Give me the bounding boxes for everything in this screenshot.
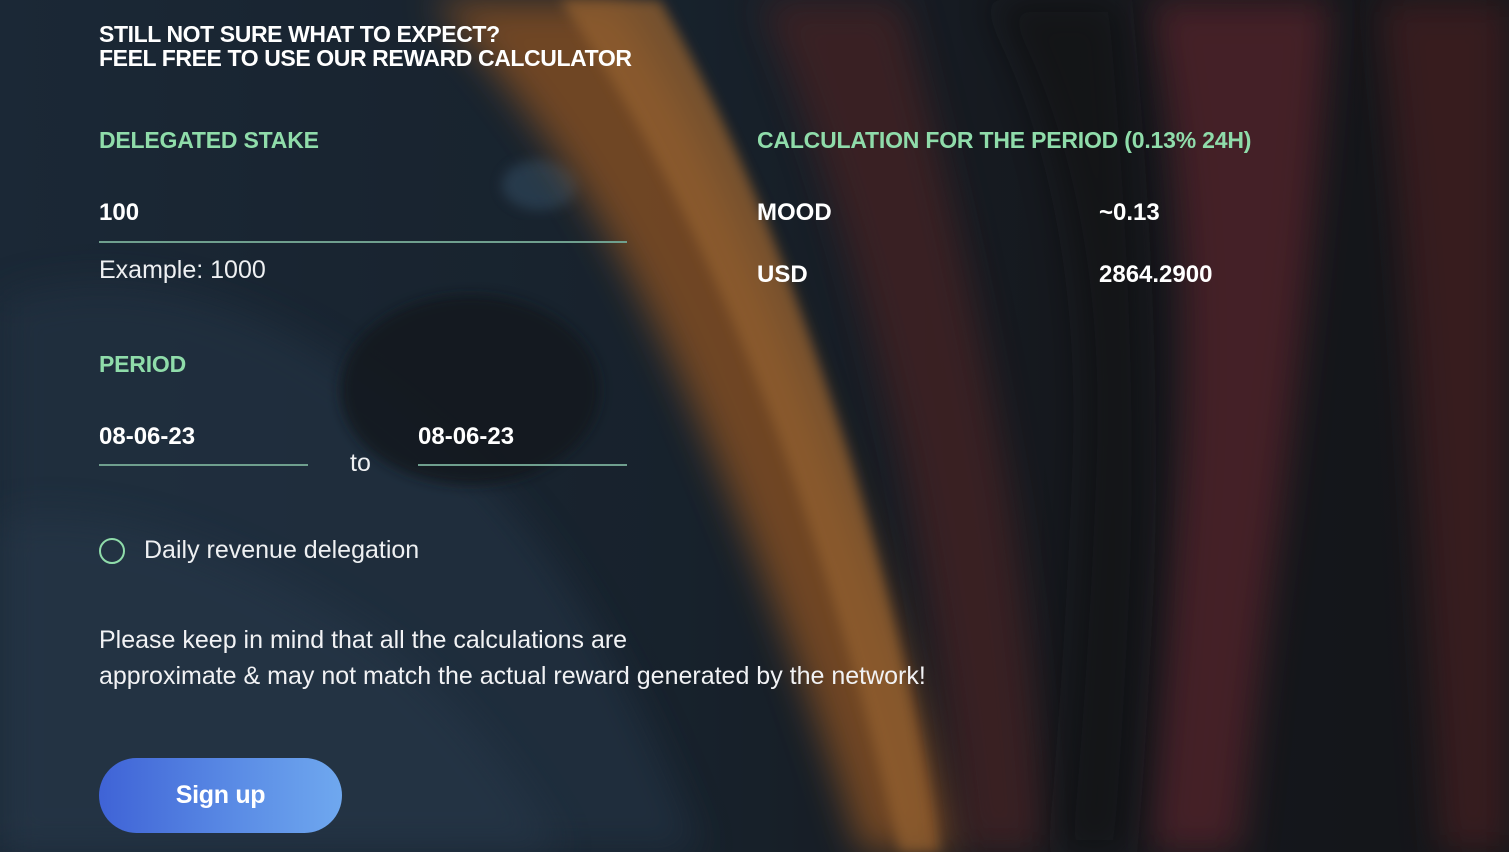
period-label: PERIOD	[99, 351, 186, 377]
result-value: 2864.2900	[1099, 261, 1213, 288]
result-value: ~0.13	[1099, 199, 1160, 226]
radio-circle-icon[interactable]	[99, 537, 125, 564]
headline-line-1: STILL NOT SURE WHAT TO EXPECT?	[99, 21, 500, 47]
period-to-input[interactable]	[418, 420, 627, 454]
sign-up-button[interactable]: Sign up	[99, 758, 342, 833]
calculation-period-label: CALCULATION FOR THE PERIOD (0.13% 24H)	[757, 127, 1252, 153]
stake-example-hint: Example: 1000	[99, 256, 266, 284]
result-currency: USD	[757, 261, 808, 288]
period-from-input[interactable]	[99, 420, 308, 454]
disclaimer-line-2: approximate & may not match the actual r…	[99, 662, 926, 690]
period-to-field[interactable]	[418, 420, 627, 466]
period-to-separator: to	[350, 449, 371, 477]
calculation-disclaimer: Please keep in mind that all the calcula…	[99, 622, 926, 694]
result-currency: MOOD	[757, 199, 832, 226]
delegated-stake-input[interactable]	[99, 195, 627, 231]
period-from-field[interactable]	[99, 420, 308, 466]
result-row-usd: USD 2864.2900	[757, 261, 1357, 289]
delegated-stake-field[interactable]	[99, 195, 627, 243]
daily-revenue-delegation-label: Daily revenue delegation	[144, 536, 420, 564]
headline: STILL NOT SURE WHAT TO EXPECT? FEEL FREE…	[99, 22, 632, 70]
daily-revenue-delegation-toggle[interactable]: Daily revenue delegation	[99, 536, 419, 565]
result-row-mood: MOOD ~0.13	[757, 199, 1357, 227]
delegated-stake-label: DELEGATED STAKE	[99, 127, 319, 153]
disclaimer-line-1: Please keep in mind that all the calcula…	[99, 626, 628, 654]
headline-line-2: FEEL FREE TO USE OUR REWARD CALCULATOR	[99, 45, 632, 71]
